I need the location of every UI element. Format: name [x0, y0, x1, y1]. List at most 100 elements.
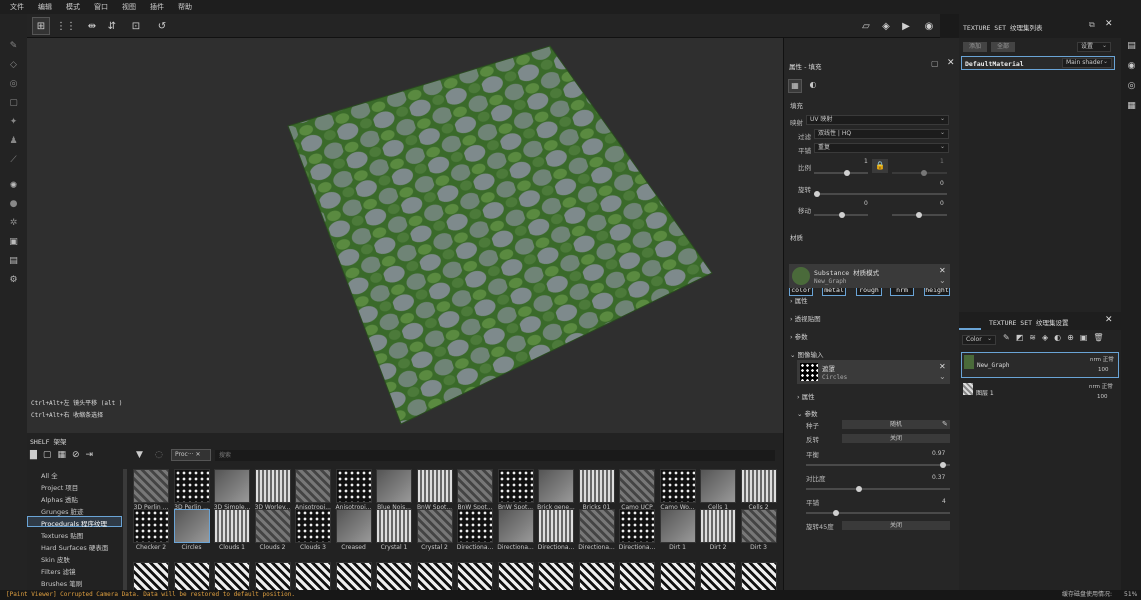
resource-thumbnail[interactable] [295, 469, 331, 503]
brush-icon[interactable]: ✎ [1003, 333, 1016, 342]
contrast-knob[interactable] [856, 486, 862, 492]
filter-dropdown[interactable]: 双线性 | HQ [814, 129, 949, 139]
symmetry-y-icon[interactable]: ⇵ [103, 17, 121, 35]
scale-slider-knob[interactable] [844, 170, 850, 176]
resource-thumbnail[interactable] [254, 509, 291, 543]
video-icon[interactable]: ▶ [897, 17, 915, 35]
settings-icon[interactable]: ⚙ [7, 274, 20, 287]
balance-slider[interactable] [806, 464, 950, 466]
resource-thumbnail[interactable] [659, 469, 696, 503]
mask-input-card[interactable]: 遮罩 Circles ✕ ⌄ [797, 360, 950, 384]
eraser-icon[interactable]: ◇ [7, 59, 20, 72]
resource-thumbnail[interactable] [214, 469, 250, 503]
resource-thumbnail[interactable] [416, 469, 453, 503]
menu-mode[interactable]: 模式 [66, 2, 80, 12]
resource-thumbnail[interactable] [173, 509, 210, 543]
polygon-fill-icon[interactable]: ▢ [7, 97, 20, 110]
effect-icon[interactable]: ◐ [1054, 333, 1067, 342]
color-picker-icon[interactable]: ⟋ [7, 154, 20, 167]
gear-icon[interactable]: ✺ [7, 180, 20, 193]
resource-thumbnail[interactable] [133, 469, 169, 503]
channel-dropdown[interactable]: Color [962, 335, 996, 345]
category-skin[interactable]: Skin 皮肤 [41, 554, 70, 564]
category-filters[interactable]: Filters 滤镜 [41, 566, 76, 576]
tiling2-knob[interactable] [833, 510, 839, 516]
layer2-blend[interactable]: nrm 正常 [1089, 382, 1113, 390]
float-list-icon[interactable]: ⧉ [1089, 20, 1095, 30]
resource-thumbnail[interactable] [214, 509, 250, 543]
category-textures[interactable]: Textures 贴图 [41, 530, 83, 540]
menu-edit[interactable]: 编辑 [38, 2, 52, 12]
fill-icon[interactable]: ◈ [1042, 333, 1054, 342]
resource-thumbnail[interactable] [659, 509, 696, 543]
resource-thumbnail[interactable] [619, 509, 655, 543]
resource-thumbnail[interactable] [133, 509, 169, 543]
attr-section[interactable]: › 属性 [790, 295, 808, 305]
category-all[interactable]: All 全 [41, 470, 58, 480]
history-icon[interactable]: ↺ [153, 17, 171, 35]
resource-thumbnail[interactable] [578, 509, 615, 543]
grid-select-icon[interactable]: ⊞ [32, 17, 50, 35]
projection-icon[interactable]: ◎ [7, 78, 20, 91]
resource-thumbnail[interactable] [457, 469, 493, 503]
close-icon[interactable]: ✕ [947, 58, 955, 68]
log-icon[interactable]: ▦ [1125, 100, 1138, 113]
rotate-slider[interactable] [814, 193, 947, 195]
resource-thumbnail[interactable] [497, 469, 534, 503]
mask-chevron-icon[interactable]: ⌄ [939, 372, 946, 381]
3d-viewport[interactable]: 材质 Ctrl+Alt+左 镜头平移 (alt ) Ctrl+Alt+右 收缩条… [27, 38, 905, 433]
edit-seed-icon[interactable]: ✎ [942, 420, 948, 428]
hide-icon[interactable]: ⊘ [72, 450, 86, 460]
grid-options-icon[interactable]: ⋮⋮ [56, 17, 76, 35]
display-settings-icon[interactable]: ◎ [1125, 80, 1138, 93]
layers-icon[interactable]: ≋ [1029, 333, 1042, 342]
add-frame-icon[interactable]: ⊡ [127, 17, 145, 35]
contrast-slider[interactable] [806, 488, 950, 490]
grid-icon[interactable]: ▦ [57, 450, 72, 460]
close-settings-icon[interactable]: ✕ [1105, 315, 1113, 325]
set-settings-dropdown[interactable]: 设置 [1077, 42, 1111, 52]
resource-thumbnail[interactable] [457, 509, 493, 543]
resource-thumbnail[interactable] [376, 509, 412, 543]
camera-mode-icon[interactable]: ▱ [857, 17, 875, 35]
projection-section[interactable]: › 透视贴图 [790, 313, 821, 323]
clone-icon[interactable]: ♟ [7, 135, 20, 148]
menu-plugins[interactable]: 插件 [150, 2, 164, 12]
resource-thumbnail[interactable] [700, 509, 736, 543]
layer1-opacity[interactable]: 100 [1098, 367, 1109, 373]
menu-file[interactable]: 文件 [10, 2, 24, 12]
invert-toggle[interactable]: 关闭 [842, 434, 950, 443]
light-icon[interactable]: ● [7, 198, 20, 211]
add-set-button[interactable]: 添加 [963, 42, 987, 52]
category-brushes[interactable]: Brushes 笔刷 [41, 578, 82, 588]
scale-slider-2-knob[interactable] [921, 170, 927, 176]
cube-icon[interactable]: ◈ [877, 17, 895, 35]
resource-thumbnail[interactable] [254, 469, 291, 503]
smudge-icon[interactable]: ✦ [7, 116, 20, 129]
rotate45-toggle[interactable]: 关闭 [842, 521, 950, 530]
add-layer-icon[interactable]: ⊕ [1067, 333, 1080, 342]
chevron-down-icon[interactable]: ⌄ [939, 276, 946, 285]
layer2-opacity[interactable]: 100 [1097, 394, 1108, 400]
shader-dropdown[interactable]: Main shader [1062, 58, 1112, 68]
layer-row-graph[interactable]: New_Graph nrm 正常 100 [961, 352, 1119, 378]
mapping-dropdown[interactable]: UV 映射 [806, 115, 949, 125]
layer1-blend[interactable]: nrm 正常 [1090, 355, 1114, 363]
sun-icon[interactable]: ✲ [7, 217, 20, 230]
document-icon[interactable]: ▤ [7, 255, 20, 268]
tiling2-slider[interactable] [806, 512, 950, 514]
folder-icon[interactable]: ▣ [1080, 333, 1094, 342]
filter-tag[interactable]: Proc··· ✕ [171, 449, 211, 461]
resource-thumbnail[interactable] [173, 469, 210, 503]
resource-thumbnail[interactable] [578, 469, 615, 503]
category-alphas[interactable]: Alphas 透贴 [41, 494, 78, 504]
substance-material-card[interactable]: Substance 材质模式 New_Graph ✕ ⌄ [789, 264, 950, 288]
all-sets-button[interactable]: 全部 [991, 42, 1015, 52]
image-input-section[interactable]: ⌄ 图像输入 [790, 349, 824, 359]
texture-set-panel-icon[interactable]: ◉ [1125, 60, 1138, 73]
filter-icon[interactable]: ▼ [136, 450, 143, 460]
scale-slider[interactable] [814, 172, 868, 174]
remove-mask-icon[interactable]: ✕ [939, 362, 946, 371]
material-row[interactable]: DefaultMaterial Main shader [961, 56, 1115, 70]
rotate-slider-knob[interactable] [814, 191, 820, 197]
